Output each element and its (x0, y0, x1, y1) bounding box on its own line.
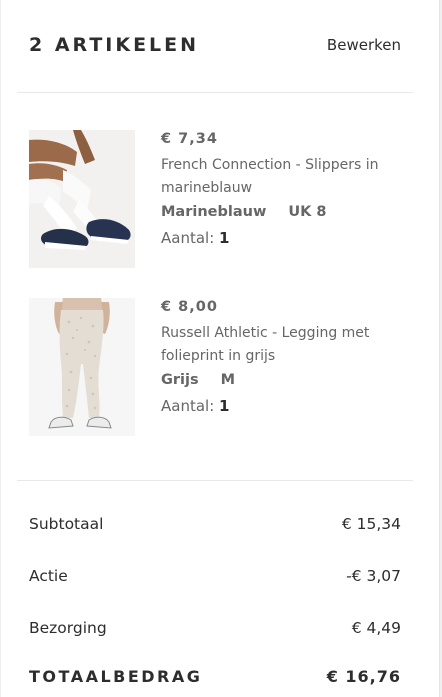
quantity-label: Aantal: (161, 397, 215, 415)
total-row: TOTAALBEDRAG € 16,76 (29, 667, 401, 691)
item-name[interactable]: Russell Athletic - Legging met folieprin… (161, 322, 401, 368)
item-attributes: Grijs M (161, 368, 409, 393)
divider (17, 92, 413, 93)
item-details: € 7,34 French Connection - Slippers in m… (161, 130, 409, 251)
delivery-row: Bezorging € 4,49 (29, 619, 401, 643)
total-label: TOTAALBEDRAG (29, 667, 203, 686)
order-summary-card: 2 ARTIKELEN Bewerken € 7,34 French Conne… (0, 0, 440, 697)
item-quantity: Aantal: 1 (161, 225, 409, 251)
total-value: € 16,76 (326, 667, 401, 686)
item-quantity: Aantal: 1 (161, 393, 409, 419)
item-price: € 8,00 (161, 299, 218, 315)
grey-leggings-image (29, 298, 135, 436)
delivery-label: Bezorging (29, 619, 107, 637)
quantity-value: 1 (219, 397, 230, 415)
subtotal-label: Subtotaal (29, 515, 104, 533)
quantity-value: 1 (219, 229, 230, 247)
subtotal-row: Subtotaal € 15,34 (29, 515, 401, 539)
delivery-value: € 4,49 (351, 619, 401, 637)
divider (17, 480, 413, 481)
subtotal-value: € 15,34 (341, 515, 401, 533)
item-color: Marineblauw (161, 204, 267, 220)
bag-item: € 7,34 French Connection - Slippers in m… (29, 130, 409, 270)
bag-item: € 8,00 Russell Athletic - Legging met fo… (29, 298, 409, 438)
quantity-label: Aantal: (161, 229, 215, 247)
item-size: M (220, 372, 236, 388)
navy-slippers-image (29, 130, 135, 268)
item-attributes: Marineblauw UK 8 (161, 200, 409, 225)
discount-value: -€ 3,07 (346, 567, 401, 585)
item-details: € 8,00 Russell Athletic - Legging met fo… (161, 298, 409, 419)
product-image[interactable] (29, 298, 135, 436)
edit-link[interactable]: Bewerken (327, 36, 401, 54)
item-size: UK 8 (288, 204, 327, 220)
item-count-title: 2 ARTIKELEN (29, 34, 200, 56)
discount-row: Actie -€ 3,07 (29, 567, 401, 591)
item-color: Grijs (161, 372, 199, 388)
bag-header: 2 ARTIKELEN Bewerken (29, 32, 401, 62)
discount-label: Actie (29, 567, 68, 585)
item-name[interactable]: French Connection - Slippers in marinebl… (161, 154, 401, 200)
item-price: € 7,34 (161, 131, 218, 147)
product-image[interactable] (29, 130, 135, 268)
